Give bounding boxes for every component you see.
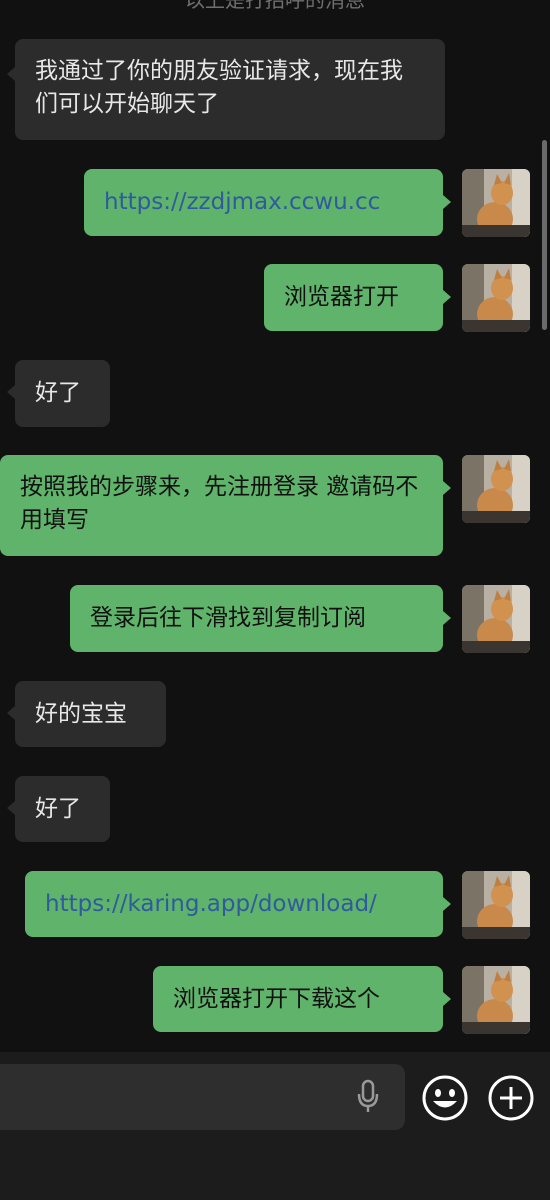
message-text: 浏览器打开 [284, 284, 399, 310]
bubble-tail [443, 195, 451, 209]
message-text: 好了 [35, 795, 81, 822]
user-avatar[interactable] [462, 169, 530, 237]
message-bubble[interactable]: https://zzdjmax.ccwu.cc [84, 169, 443, 236]
bubble-tail [7, 67, 15, 81]
bubble-tail [7, 706, 15, 720]
message-input[interactable] [0, 1064, 405, 1130]
scrollbar[interactable] [542, 140, 547, 330]
user-avatar[interactable] [462, 871, 530, 939]
user-avatar[interactable] [462, 455, 530, 523]
message-text: 浏览器打开下载这个 [173, 985, 380, 1012]
bubble-tail [443, 290, 451, 304]
chat-message-list[interactable]: 我通过了你的朋友验证请求，现在我们可以开始聊天了 https://zzdjmax… [0, 0, 550, 1052]
microphone-icon[interactable] [350, 1072, 386, 1122]
bubble-tail [443, 611, 451, 625]
message-text: 好的宝宝 [35, 700, 127, 727]
user-avatar[interactable] [462, 585, 530, 653]
message-text: 好了 [35, 380, 81, 406]
bubble-tail [7, 801, 15, 815]
message-bubble[interactable]: 按照我的步骤来，先注册登录 邀请码不用填写 [0, 455, 443, 556]
plus-circle-icon[interactable] [487, 1074, 535, 1122]
user-avatar[interactable] [462, 966, 530, 1034]
emoji-smiley-icon[interactable] [421, 1074, 469, 1122]
message-bubble[interactable]: 好了 [15, 360, 110, 427]
input-bar [0, 1052, 550, 1200]
message-bubble[interactable]: https://karing.app/download/ [25, 871, 443, 937]
message-bubble[interactable]: 我通过了你的朋友验证请求，现在我们可以开始聊天了 [15, 39, 445, 140]
message-bubble[interactable]: 浏览器打开下载这个 [153, 966, 443, 1032]
message-link[interactable]: https://karing.app/download/ [45, 888, 377, 921]
message-bubble[interactable]: 好的宝宝 [15, 681, 166, 747]
bubble-tail [443, 481, 451, 495]
message-bubble[interactable]: 好了 [15, 776, 110, 842]
message-bubble[interactable]: 登录后往下滑找到复制订阅 [70, 585, 443, 652]
bubble-tail [7, 385, 15, 399]
message-text: 按照我的步骤来，先注册登录 邀请码不用填写 [20, 474, 419, 533]
bubble-tail [443, 897, 451, 911]
message-link[interactable]: https://zzdjmax.ccwu.cc [104, 186, 380, 219]
bubble-tail [443, 992, 451, 1006]
message-text: 我通过了你的朋友验证请求，现在我们可以开始聊天了 [35, 58, 403, 117]
message-text: 登录后往下滑找到复制订阅 [90, 605, 366, 631]
message-bubble[interactable]: 浏览器打开 [264, 264, 443, 331]
user-avatar[interactable] [462, 264, 530, 332]
